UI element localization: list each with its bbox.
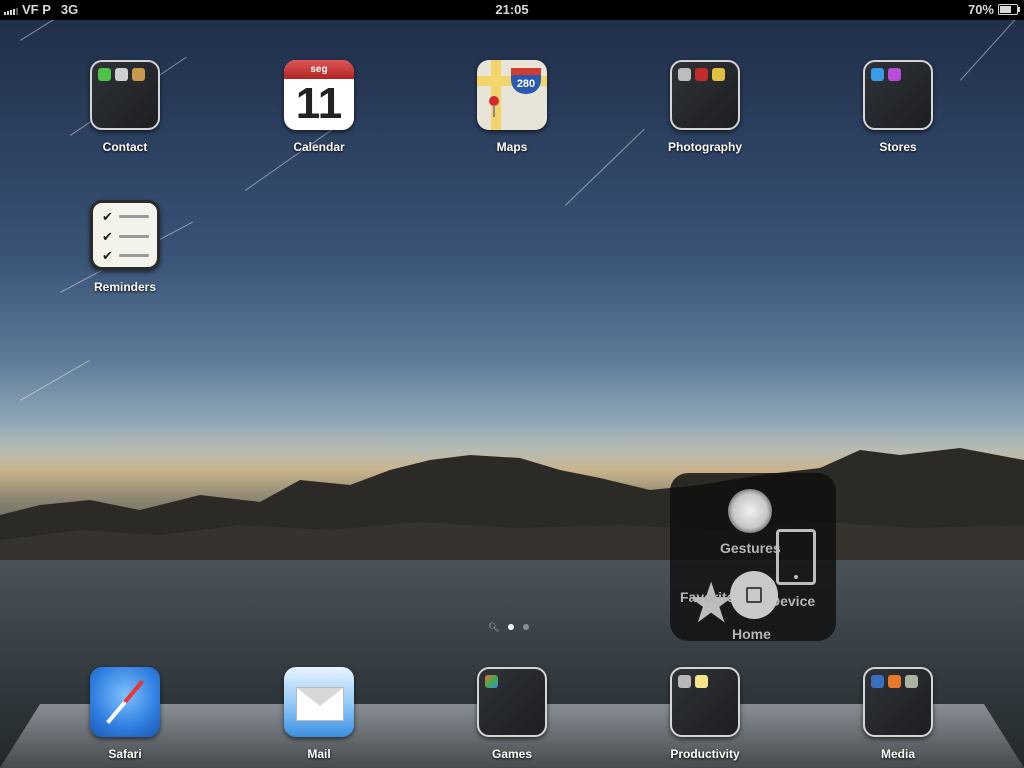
app-label: Safari [108, 747, 142, 761]
itunes-store-icon [888, 68, 901, 81]
star-streak [960, 13, 1021, 81]
highway-number: 280 [511, 75, 541, 94]
camera-icon [678, 68, 691, 81]
facetime-icon [115, 68, 128, 81]
page-indicator[interactable]: 🔍︎ [488, 623, 530, 632]
settings-icon [678, 675, 691, 688]
folder-icon [670, 60, 740, 130]
mountain-range [0, 448, 1024, 580]
dock-app-media-folder[interactable]: Media [843, 667, 953, 761]
mail-envelope-icon [284, 667, 354, 737]
dock-app-mail[interactable]: Mail [264, 667, 374, 761]
reminders-icon: ✔ ✔ ✔ [90, 200, 160, 270]
app-calendar[interactable]: seg 11 Calendar [264, 60, 374, 154]
page-dot[interactable] [523, 624, 530, 630]
folder-icon [863, 667, 933, 737]
status-time: 21:05 [495, 2, 529, 17]
dock-app-games-folder[interactable]: Games [457, 667, 567, 761]
home-button-icon [730, 571, 778, 619]
assistive-touch-menu: Gestures ★ Favorites Device Home [670, 473, 836, 642]
folder-icon [477, 667, 547, 737]
contacts-icon [132, 68, 145, 81]
videos-icon [871, 675, 884, 688]
battery-icon [998, 4, 1020, 15]
app-label: Calendar [293, 140, 345, 154]
maps-icon: 280 [477, 60, 547, 130]
folder-icon [670, 667, 740, 737]
newsstand-icon [905, 675, 918, 688]
folder-icon [863, 60, 933, 130]
folder-icon [90, 60, 160, 130]
music-icon [888, 675, 901, 688]
calendar-day: 11 [295, 79, 343, 128]
safari-compass-icon [90, 667, 160, 737]
app-label: Photography [668, 140, 742, 154]
game-center-icon [485, 675, 498, 688]
app-label: Contact [102, 140, 148, 154]
dock-app-productivity-folder[interactable]: Productivity [650, 667, 760, 761]
messages-icon [98, 68, 111, 81]
status-right: 70% [967, 2, 1020, 17]
map-pin-icon [489, 96, 499, 117]
highway-shield-icon: 280 [511, 68, 541, 94]
app-contact-folder[interactable]: Contact [70, 60, 180, 154]
app-label: Media [880, 747, 915, 761]
app-label: Stores [879, 140, 917, 154]
home-label: Home [732, 626, 771, 642]
notes-icon [695, 675, 708, 688]
star-streak [565, 128, 645, 206]
photo-booth-icon [695, 68, 708, 81]
app-label: Productivity [670, 747, 740, 761]
status-bar: VF P 3G 21:05 70% [0, 0, 1024, 20]
app-store-icon [871, 68, 884, 81]
app-label: Maps [496, 140, 528, 154]
app-stores-folder[interactable]: Stores [843, 60, 953, 154]
app-photography-folder[interactable]: Photography [650, 60, 760, 154]
calendar-weekday: seg [284, 60, 354, 79]
star-streak [20, 360, 90, 401]
app-label: Games [491, 747, 533, 761]
app-label: Reminders [93, 280, 157, 294]
app-maps[interactable]: 280 Maps [457, 60, 567, 154]
battery-percent: 70% [967, 2, 994, 17]
spotlight-search-icon[interactable]: 🔍︎ [488, 623, 499, 632]
home-button[interactable]: Home [710, 569, 800, 642]
calendar-icon: seg 11 [284, 60, 354, 130]
page-dot-active[interactable] [508, 624, 515, 630]
app-label: Mail [307, 747, 331, 761]
dock-app-safari[interactable]: Safari [70, 667, 180, 761]
photos-icon [712, 68, 725, 81]
app-reminders[interactable]: ✔ ✔ ✔ Reminders [70, 200, 180, 294]
